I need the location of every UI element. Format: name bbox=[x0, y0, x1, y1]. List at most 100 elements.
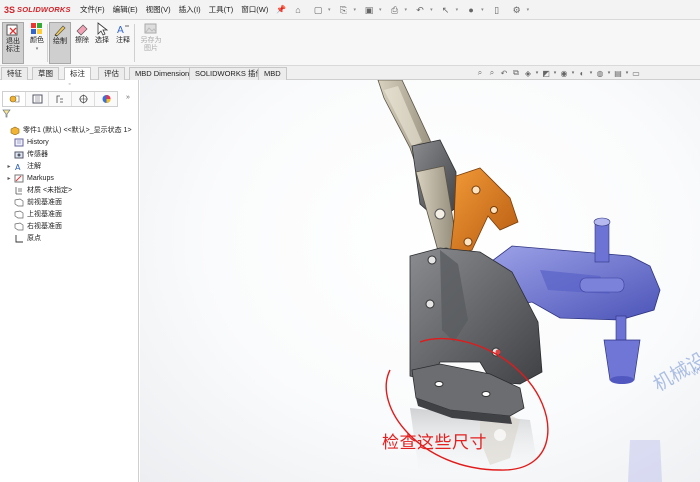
view-orient-icon[interactable]: ◈ bbox=[522, 69, 534, 78]
tab-sketch[interactable]: 草图 bbox=[32, 67, 59, 80]
tree-item-material[interactable]: 材质 <未指定> bbox=[4, 184, 72, 196]
svg-text:A: A bbox=[117, 25, 124, 36]
file-props-icon[interactable]: ▯ bbox=[490, 3, 504, 17]
tree-item-label: 前视基准面 bbox=[27, 199, 62, 206]
pin-icon[interactable]: 📌 bbox=[276, 5, 286, 14]
tree-item-label: 上视基准面 bbox=[27, 211, 62, 218]
draw-icon bbox=[53, 23, 67, 37]
tree-item-sensors[interactable]: 传感器 bbox=[4, 148, 48, 160]
toggle-clamp-model[interactable] bbox=[140, 80, 700, 482]
filter-icon[interactable] bbox=[2, 109, 11, 118]
tree-item-origin[interactable]: 原点 bbox=[4, 232, 41, 244]
tree-filter[interactable] bbox=[2, 108, 136, 119]
new-icon[interactable]: ▢ bbox=[311, 3, 325, 17]
save-as-image-icon bbox=[144, 22, 158, 36]
expand-markups-icon[interactable]: ▸ bbox=[4, 175, 14, 182]
tab-features[interactable]: 特征 bbox=[1, 67, 28, 80]
tree-item-part[interactable]: 零件1 (默认) <<默认>_显示状态 1> bbox=[0, 124, 132, 136]
tab-mbd[interactable]: MBD bbox=[258, 67, 287, 80]
material-icon bbox=[14, 186, 24, 195]
section-view-icon[interactable]: ⧉ bbox=[510, 68, 522, 78]
tree-item-history[interactable]: History bbox=[4, 136, 49, 148]
monitor-icon[interactable]: ▭ bbox=[630, 69, 642, 78]
color-icon bbox=[30, 22, 44, 36]
menu-edit[interactable]: 编辑(E) bbox=[109, 4, 142, 15]
config-manager-icon[interactable] bbox=[49, 92, 72, 106]
save-icon[interactable]: ▣ bbox=[362, 3, 376, 17]
open-icon[interactable]: ⎘ bbox=[337, 3, 351, 17]
tree-item-label: History bbox=[27, 138, 49, 146]
menu-tools[interactable]: 工具(T) bbox=[205, 4, 238, 15]
print-icon[interactable]: ⎙ bbox=[388, 3, 402, 17]
graphics-area[interactable]: 检查这些尺寸 机械设计网 www.jxagd.com bbox=[140, 80, 700, 482]
tab-evaluate[interactable]: 评估 bbox=[98, 67, 125, 80]
plane-icon bbox=[14, 222, 24, 231]
plane-icon bbox=[14, 210, 24, 219]
zoom-area-icon[interactable]: ⌕ bbox=[486, 68, 498, 78]
tree-item-label: 传感器 bbox=[27, 151, 48, 158]
save-as-image-button[interactable]: 另存为 图片 bbox=[138, 22, 164, 64]
origin-icon bbox=[14, 234, 24, 243]
markups-icon bbox=[14, 174, 24, 183]
markup-annotation-text: 检查这些尺寸 bbox=[382, 433, 487, 452]
brand-name: SOLIDWORKS bbox=[17, 5, 71, 14]
tree-item-right-plane[interactable]: 右视基准面 bbox=[4, 220, 62, 232]
tree-item-label: 零件1 (默认) <<默认>_显示状态 1> bbox=[23, 127, 132, 134]
tree-item-label: 注解 bbox=[27, 163, 41, 170]
tree-item-front-plane[interactable]: 前视基准面 bbox=[4, 196, 62, 208]
home-icon[interactable]: ⌂ bbox=[291, 3, 305, 17]
select-icon[interactable]: ↖ bbox=[439, 3, 453, 17]
solidworks-logo[interactable]: 3S SOLIDWORKS bbox=[0, 5, 76, 15]
display-style-icon[interactable]: ◩ bbox=[540, 69, 552, 78]
sensor-icon bbox=[14, 150, 24, 159]
title-bar: 3S SOLIDWORKS 文件(F) 编辑(E) 视图(V) 插入(I) 工具… bbox=[0, 0, 700, 20]
exit-sketch-icon bbox=[6, 23, 20, 37]
feature-manager-panel: ◦ » 零件1 (默认) <<默认>_显示状态 1> History 传感器 ▸… bbox=[0, 80, 139, 482]
scene-icon[interactable]: ◍ bbox=[594, 69, 606, 78]
panel-handle[interactable]: ◦ bbox=[0, 80, 139, 90]
tree-item-annotations[interactable]: ▸ A 注解 bbox=[4, 160, 41, 172]
tree-item-label: 材质 <未指定> bbox=[27, 187, 73, 194]
exit-markup-button[interactable]: 退出 标注 bbox=[2, 22, 24, 64]
dim-xpert-icon[interactable] bbox=[72, 92, 95, 106]
svg-text:A: A bbox=[15, 163, 21, 171]
property-manager-icon[interactable] bbox=[26, 92, 49, 106]
tree-item-top-plane[interactable]: 上视基准面 bbox=[4, 208, 62, 220]
part-icon bbox=[10, 126, 20, 135]
annotation-icon: A bbox=[116, 22, 130, 36]
history-icon bbox=[14, 138, 24, 147]
hide-show-icon[interactable]: ◉ bbox=[558, 69, 570, 78]
color-button[interactable]: 颜色 ▾ bbox=[26, 22, 48, 64]
appearance-icon[interactable]: ◐ bbox=[576, 69, 588, 78]
draw-button[interactable]: 绘制 bbox=[49, 22, 71, 64]
previous-view-icon[interactable]: ↶ bbox=[498, 69, 510, 78]
tree-item-label: 右视基准面 bbox=[27, 223, 62, 230]
menu-insert[interactable]: 插入(I) bbox=[175, 4, 205, 15]
zoom-fit-icon[interactable]: ⌕ bbox=[474, 68, 486, 78]
menu-view[interactable]: 视图(V) bbox=[142, 4, 175, 15]
eraser-icon bbox=[75, 22, 89, 36]
tree-item-label: Markups bbox=[27, 174, 54, 182]
tab-solidworks-addins[interactable]: SOLIDWORKS 插件 bbox=[189, 67, 269, 80]
display-manager-icon[interactable] bbox=[95, 92, 117, 106]
menu-window[interactable]: 窗口(W) bbox=[237, 4, 272, 15]
command-manager-ribbon: 退出 标注 颜色 ▾ 绘制 擦除 选择 A 注释 另存为 图片 bbox=[0, 20, 700, 66]
color-dropdown-icon[interactable]: ▾ bbox=[36, 45, 39, 53]
annotation-button[interactable]: A 注释 bbox=[112, 22, 134, 64]
heads-up-view-toolbar: ⌕ ⌕ ↶ ⧉ ◈ ▾ ◩ ▾ ◉ ▾ ◐ ▾ ◍ ▾ ▤ ▾ ▭ bbox=[474, 66, 642, 80]
plane-icon bbox=[14, 198, 24, 207]
feature-manager-icon[interactable] bbox=[3, 92, 26, 106]
tree-item-markups[interactable]: ▸ Markups bbox=[4, 172, 54, 184]
display-settings-icon[interactable]: ▤ bbox=[612, 69, 624, 78]
ds-logo-mark: 3S bbox=[4, 4, 16, 15]
tab-markup[interactable]: 标注 bbox=[64, 67, 91, 80]
undo-icon[interactable]: ↶ bbox=[413, 3, 427, 17]
menu-bar: 文件(F) 编辑(E) 视图(V) 插入(I) 工具(T) 窗口(W) 📌 bbox=[76, 4, 286, 15]
expand-annotations-icon[interactable]: ▸ bbox=[4, 163, 14, 170]
menu-file[interactable]: 文件(F) bbox=[76, 4, 109, 15]
rebuild-icon[interactable]: ● bbox=[464, 3, 478, 17]
erase-button[interactable]: 擦除 bbox=[71, 22, 93, 64]
select-button[interactable]: 选择 bbox=[91, 22, 113, 64]
options-icon[interactable]: ⚙ bbox=[510, 3, 524, 17]
panel-more-icon[interactable]: » bbox=[126, 94, 130, 101]
